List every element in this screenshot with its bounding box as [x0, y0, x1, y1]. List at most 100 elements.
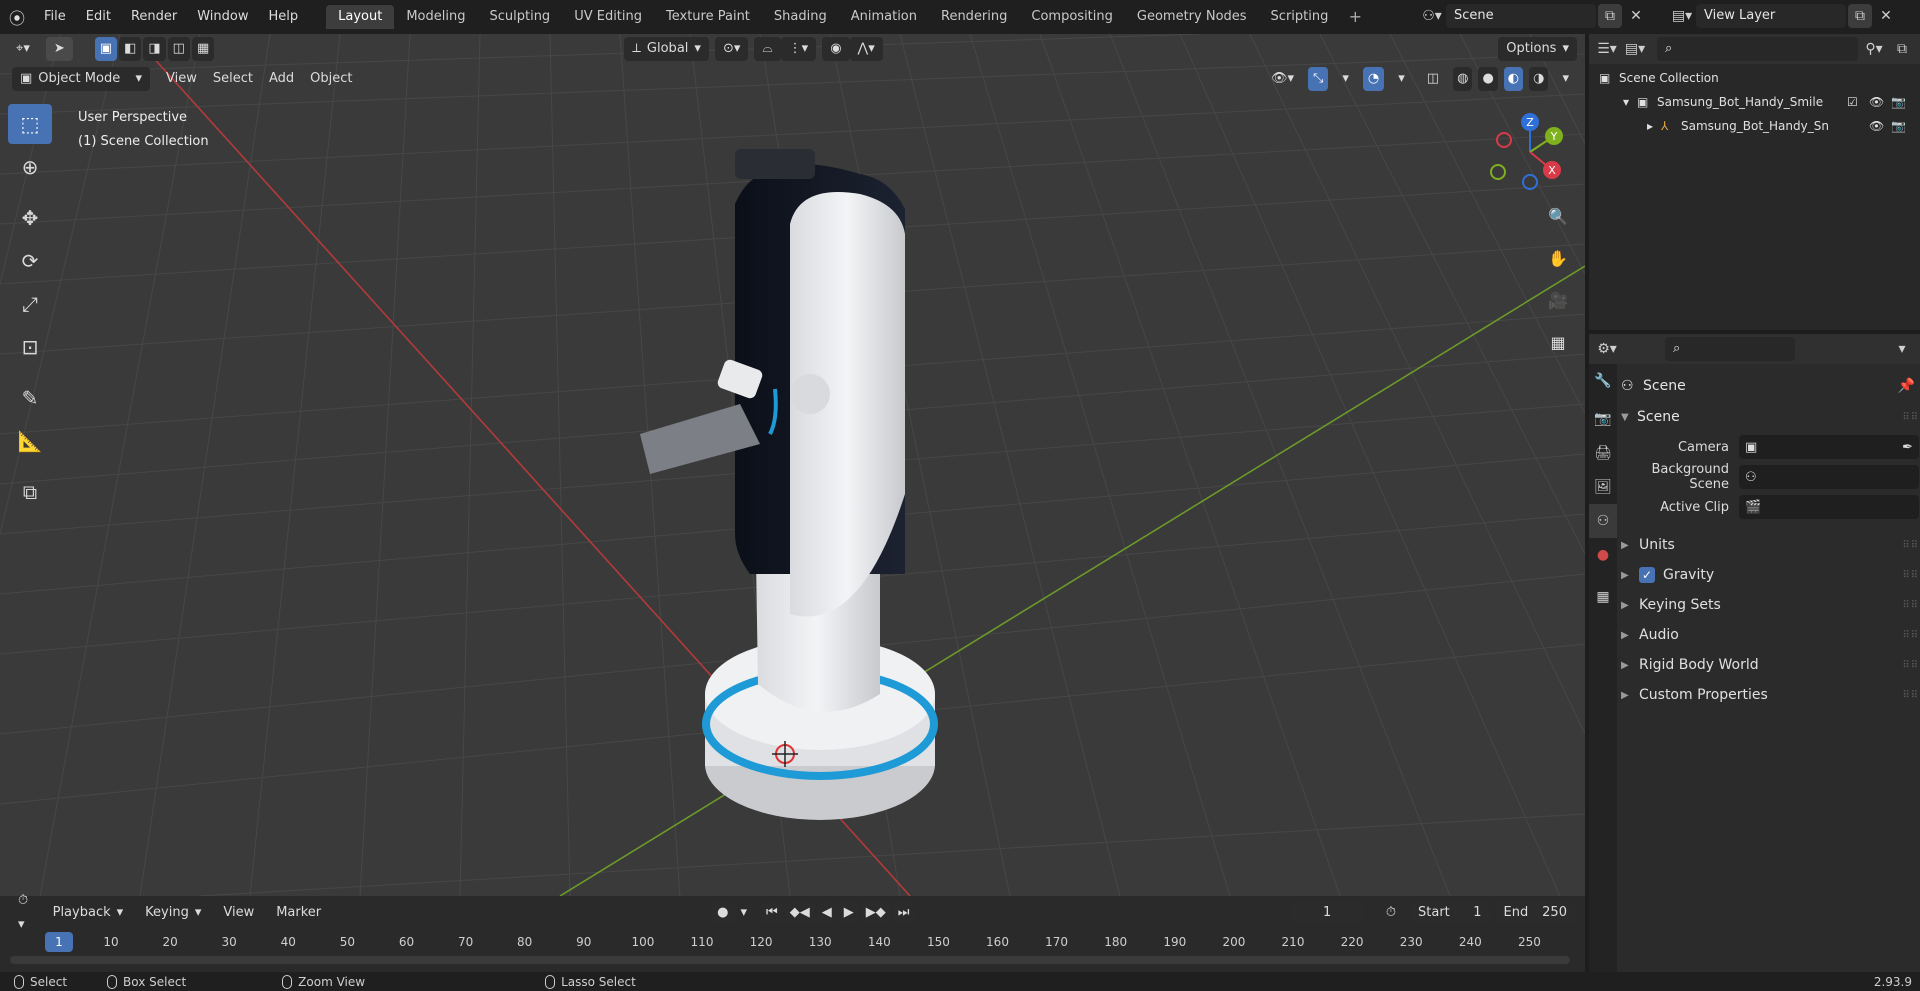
new-collection-icon[interactable]: ⧉ [1890, 37, 1914, 61]
measure-tool-icon[interactable]: 📐 [8, 421, 52, 461]
select-subtract-icon[interactable]: ◨ [143, 37, 166, 61]
robot-model[interactable] [640, 149, 938, 820]
tab-layout[interactable]: Layout [326, 5, 395, 29]
select-box-tool-icon[interactable]: ⬚ [8, 104, 52, 144]
pin-icon[interactable]: 📌 [1898, 378, 1915, 394]
timeline-ruler[interactable]: 10 20 30 40 50 60 70 80 90 100 110 120 130 140 150 160 1… [0, 932, 1585, 954]
texture-tab-icon[interactable]: ▦ [1589, 580, 1617, 614]
play-icon[interactable]: ▶ [838, 901, 859, 925]
menu-add[interactable]: Add [261, 67, 302, 91]
tab-modeling[interactable]: Modeling [394, 5, 477, 29]
background-scene-field[interactable]: ⚇ [1739, 465, 1919, 489]
view-layer-field[interactable]: View Layer [1696, 4, 1846, 28]
tab-shading[interactable]: Shading [762, 5, 839, 29]
properties-editor-icon[interactable]: ⚙▾ [1595, 337, 1619, 361]
tab-rendering[interactable]: Rendering [929, 5, 1019, 29]
drag-handle-icon[interactable]: ⠿⠿ [1902, 660, 1919, 671]
tab-geometry-nodes[interactable]: Geometry Nodes [1125, 5, 1259, 29]
3d-viewport[interactable]: ⌖▾ ➤ ▣ ◧ ◨ ◫ ▦ ⟂ Global ▾ ⊙▾ ⌓ ⋮▾ ◉ ⋀▾ O… [0, 34, 1585, 896]
tab-compositing[interactable]: Compositing [1019, 5, 1125, 29]
scene-name-field[interactable]: Scene [1446, 4, 1596, 28]
render-camera-icon[interactable]: 📷 [1891, 119, 1913, 133]
delete-scene-icon[interactable]: ✕ [1624, 4, 1648, 28]
active-clip-field[interactable]: 🎬 [1739, 495, 1919, 519]
delete-view-layer-icon[interactable]: ✕ [1874, 4, 1898, 28]
drag-handle-icon[interactable]: ⠿⠿ [1902, 690, 1919, 701]
scene-icon[interactable]: ⚇▾ [1420, 4, 1444, 28]
tab-scripting[interactable]: Scripting [1259, 5, 1341, 29]
zoom-icon[interactable]: 🔍 [1542, 200, 1574, 232]
gizmo-toggle-icon[interactable]: ⤡ [1307, 67, 1329, 91]
prev-keyframe-icon[interactable]: ◆◀ [784, 901, 815, 925]
scene-tab-icon[interactable]: ⚇ [1589, 504, 1617, 538]
start-frame-field[interactable]: Start 1 [1410, 901, 1490, 925]
solid-shading-icon[interactable]: ● [1478, 67, 1498, 91]
tab-texture-paint[interactable]: Texture Paint [654, 5, 762, 29]
timeline-scrollbar[interactable] [10, 956, 1570, 964]
drag-handle-icon[interactable]: ⠿⠿ [1902, 570, 1919, 581]
visibility-eye-icon[interactable]: 👁 [1869, 119, 1891, 133]
outliner-row-object[interactable]: ▸ ⅄ Samsung_Bot_Handy_Sn 👁 📷 [1589, 114, 1920, 138]
tool-tab-icon[interactable]: 🔧 [1589, 364, 1617, 398]
drag-handle-icon[interactable]: ⠿⠿ [1902, 540, 1919, 551]
ortho-grid-icon[interactable]: ▦ [1542, 326, 1574, 358]
outliner-row-scene-collection[interactable]: ▣ Scene Collection [1589, 66, 1920, 90]
gravity-panel[interactable]: ▶ ✓ Gravity ⠿⠿ [1621, 560, 1919, 590]
preview-range-icon[interactable]: ⏱ [1378, 901, 1404, 925]
render-tab-icon[interactable]: 📷 [1589, 402, 1617, 436]
filter-icon[interactable]: ⚲▾ [1862, 37, 1886, 61]
visibility-icon[interactable]: 👁▾ [1263, 67, 1302, 91]
eyedropper-icon[interactable]: ✒ [1902, 440, 1913, 455]
current-frame-field[interactable]: 1 [1290, 901, 1364, 925]
rendered-shading-icon[interactable]: ◑ [1529, 67, 1549, 91]
record-dropdown-icon[interactable]: ▾ [737, 901, 752, 925]
new-view-layer-icon[interactable]: ⧉ [1848, 4, 1872, 28]
display-mode-icon[interactable]: ▤▾ [1623, 37, 1647, 61]
outliner-search-input[interactable]: ⌕ [1657, 37, 1858, 61]
custom-properties-panel[interactable]: ▶ Custom Properties ⠿⠿ [1621, 680, 1919, 710]
outliner-row-collection[interactable]: ▾ ▣ Samsung_Bot_Handy_Smile ☑ 👁 📷 [1589, 90, 1920, 114]
move-tool-icon[interactable]: ✥ [8, 198, 52, 238]
jump-start-icon[interactable]: ⏮ [761, 901, 783, 925]
camera-view-icon[interactable]: 🎥 [1542, 284, 1574, 316]
menu-help[interactable]: Help [259, 5, 309, 29]
overlay-dropdown-icon[interactable]: ▾ [1390, 67, 1413, 91]
menu-render[interactable]: Render [121, 5, 187, 29]
menu-view[interactable]: View [158, 67, 205, 91]
cursor-tool-icon[interactable]: ⊕ [8, 147, 52, 187]
record-icon[interactable]: ● [711, 901, 735, 925]
play-reverse-icon[interactable]: ◀ [816, 901, 837, 925]
select-invert-icon[interactable]: ◫ [167, 37, 190, 61]
view-layer-tab-icon[interactable]: 🖼 [1589, 470, 1617, 504]
expand-arrow-icon[interactable]: ▾ [1623, 95, 1637, 109]
properties-options-icon[interactable]: ▾ [1890, 337, 1914, 361]
add-workspace-button[interactable]: + [1344, 6, 1366, 28]
camera-field[interactable]: ▣ ✒ [1739, 435, 1919, 459]
keying-sets-panel[interactable]: ▶ Keying Sets ⠿⠿ [1621, 590, 1919, 620]
menu-edit[interactable]: Edit [76, 5, 121, 29]
expand-arrow-icon[interactable]: ▸ [1647, 119, 1661, 133]
audio-panel[interactable]: ▶ Audio ⠿⠿ [1621, 620, 1919, 650]
output-tab-icon[interactable]: 🖨 [1589, 436, 1617, 470]
gizmo-dropdown-icon[interactable]: ▾ [1334, 67, 1357, 91]
shading-dropdown-icon[interactable]: ▾ [1554, 67, 1577, 91]
timeline-editor-icon[interactable]: ⏱▾ [10, 893, 39, 932]
keying-menu[interactable]: Keying ▾ [137, 901, 209, 925]
pivot-point-icon[interactable]: ⊙▾ [714, 37, 749, 61]
wireframe-shading-icon[interactable]: ◍ [1453, 67, 1473, 91]
select-extend-icon[interactable]: ◧ [119, 37, 142, 61]
gravity-checkbox[interactable]: ✓ [1639, 567, 1655, 583]
scene-panel-header[interactable]: ▼ Scene ⠿⠿ [1621, 402, 1919, 432]
drag-handle-icon[interactable]: ⠿⠿ [1902, 630, 1919, 641]
pan-hand-icon[interactable]: ✋ [1542, 242, 1574, 274]
jump-end-icon[interactable]: ⏭ [892, 901, 915, 925]
proportional-editing-icon[interactable]: ◉ [822, 37, 850, 61]
visibility-eye-icon[interactable]: 👁 [1869, 95, 1891, 109]
drag-handle-icon[interactable]: ⠿⠿ [1902, 600, 1919, 611]
properties-search-input[interactable]: ⌕ [1665, 337, 1795, 361]
annotate-tool-icon[interactable]: ✎ [8, 378, 52, 418]
tab-sculpting[interactable]: Sculpting [477, 5, 562, 29]
select-new-icon[interactable]: ▣ [94, 37, 118, 61]
overlay-toggle-icon[interactable]: ◔ [1362, 67, 1385, 91]
material-shading-icon[interactable]: ◐ [1503, 67, 1524, 91]
